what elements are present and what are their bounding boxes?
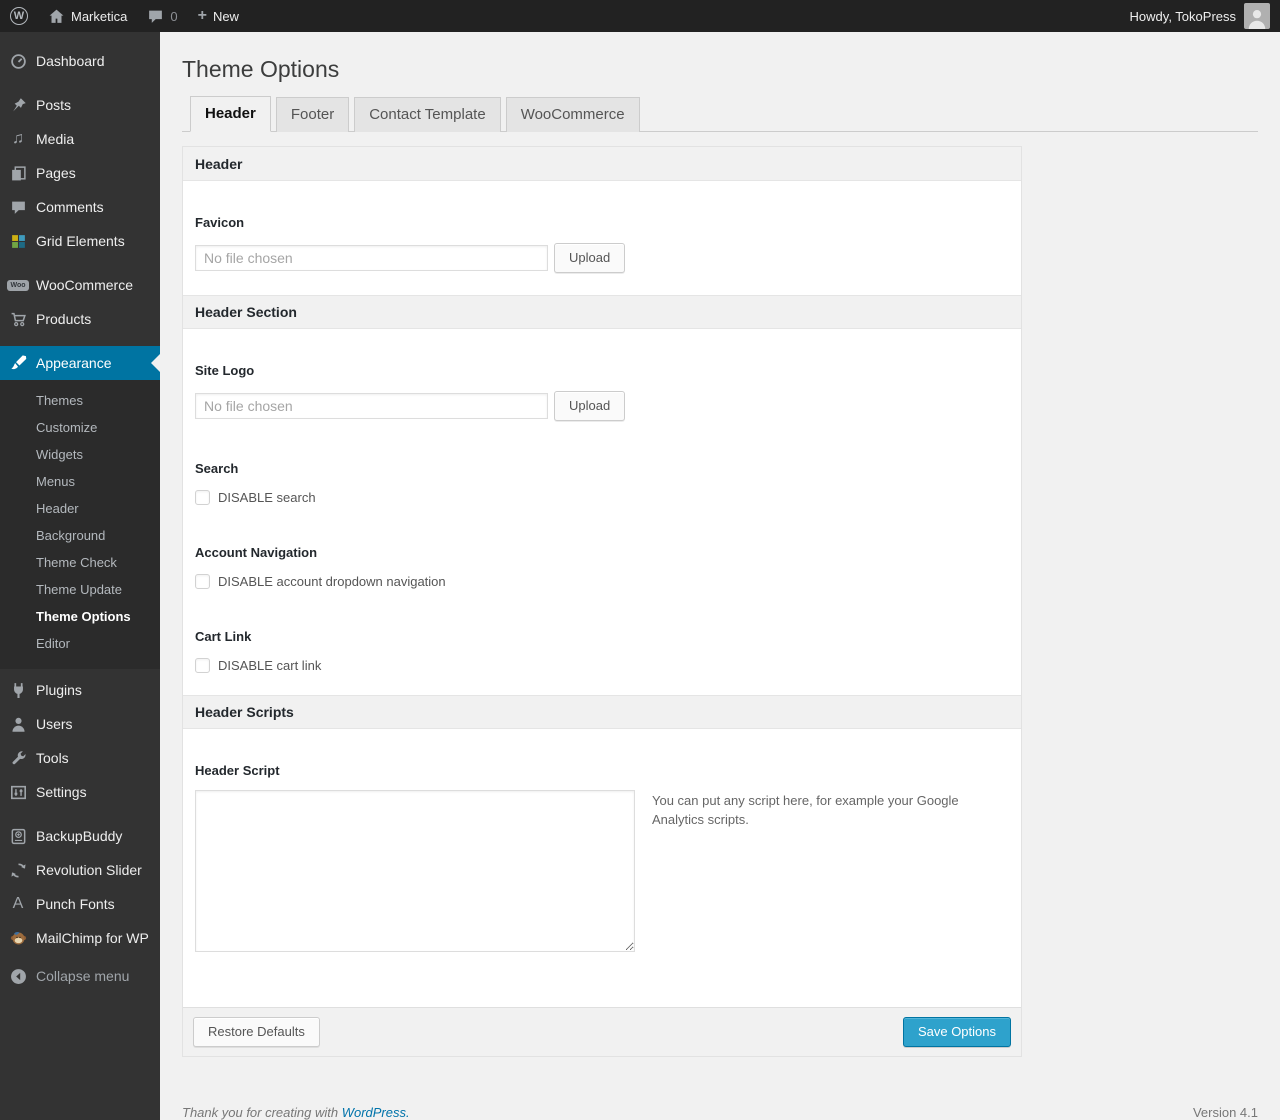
- submenu-theme-check[interactable]: Theme Check: [0, 549, 160, 576]
- howdy-text: Howdy, TokoPress: [1129, 8, 1236, 24]
- tab-header[interactable]: Header: [190, 96, 271, 132]
- sidebar-item-punch-fonts[interactable]: A Punch Fonts: [0, 887, 160, 921]
- wrench-icon: [8, 750, 28, 767]
- wordpress-logo-icon: W: [10, 7, 28, 25]
- section-header: Header: [183, 147, 1021, 181]
- panel-footer: Restore Defaults Save Options: [183, 1007, 1021, 1056]
- refresh-arrows-icon: [8, 862, 28, 879]
- tab-contact-template[interactable]: Contact Template: [354, 97, 501, 132]
- submenu-header[interactable]: Header: [0, 495, 160, 522]
- sidebar-item-grid-elements[interactable]: Grid Elements: [0, 224, 160, 258]
- collapse-menu-button[interactable]: Collapse menu: [0, 959, 160, 993]
- sidebar-item-dashboard[interactable]: Dashboard: [0, 44, 160, 78]
- sidebar-item-woocommerce[interactable]: Woo WooCommerce: [0, 268, 160, 302]
- appearance-submenu: Themes Customize Widgets Menus Header Ba…: [0, 380, 160, 669]
- wordpress-menu[interactable]: W: [0, 0, 38, 32]
- woocommerce-badge-icon: Woo: [7, 279, 29, 291]
- avatar: [1244, 3, 1270, 29]
- site-logo-label: Site Logo: [195, 363, 255, 378]
- submenu-customize[interactable]: Customize: [0, 414, 160, 441]
- disable-cart-link-checkbox[interactable]: [195, 658, 210, 673]
- section-header-scripts: Header Scripts: [183, 695, 1021, 729]
- admin-sidebar: Dashboard Posts ♫ Media Pages Comments G…: [0, 32, 160, 1120]
- plug-icon: [8, 682, 28, 699]
- sidebar-item-plugins[interactable]: Plugins: [0, 673, 160, 707]
- header-script-label: Header Script: [195, 763, 280, 778]
- disable-search-checkbox[interactable]: [195, 490, 210, 505]
- sidebar-item-comments[interactable]: Comments: [0, 190, 160, 224]
- sidebar-item-settings[interactable]: Settings: [0, 775, 160, 809]
- submenu-menus[interactable]: Menus: [0, 468, 160, 495]
- disable-cart-link-label: DISABLE cart link: [218, 658, 322, 673]
- site-logo-upload-button[interactable]: Upload: [554, 391, 626, 421]
- favicon-file-input[interactable]: [195, 245, 548, 271]
- footer-thanks: Thank you for creating with WordPress.: [182, 1105, 410, 1120]
- submenu-widgets[interactable]: Widgets: [0, 441, 160, 468]
- comment-bubble-icon: [147, 8, 164, 25]
- home-icon: [48, 8, 65, 25]
- disable-account-nav-checkbox[interactable]: [195, 574, 210, 589]
- dashboard-gauge-icon: [8, 53, 28, 70]
- sidebar-item-users[interactable]: Users: [0, 707, 160, 741]
- current-menu-arrow: [151, 354, 160, 372]
- pages-icon: [8, 165, 28, 182]
- sliders-icon: [8, 784, 28, 801]
- page-title: Theme Options: [182, 56, 340, 82]
- sidebar-item-revolution-slider[interactable]: Revolution Slider: [0, 853, 160, 887]
- restore-defaults-button[interactable]: Restore Defaults: [193, 1017, 320, 1047]
- disable-search-label: DISABLE search: [218, 490, 316, 505]
- new-content-link[interactable]: + New: [188, 0, 249, 32]
- comments-bubble-link[interactable]: 0: [137, 0, 187, 32]
- user-icon: [8, 716, 28, 733]
- submenu-themes[interactable]: Themes: [0, 387, 160, 414]
- paintbrush-icon: [8, 354, 28, 372]
- page-footer: Thank you for creating with WordPress. V…: [182, 1105, 1258, 1120]
- mailchimp-monkey-icon: [8, 930, 28, 947]
- account-menu[interactable]: Howdy, TokoPress: [1130, 3, 1280, 29]
- site-name-link[interactable]: Marketica: [38, 0, 137, 32]
- favicon-upload-button[interactable]: Upload: [554, 243, 626, 273]
- header-script-help: You can put any script here, for example…: [652, 793, 959, 827]
- site-name: Marketica: [71, 8, 128, 24]
- cart-link-label: Cart Link: [195, 629, 252, 644]
- comment-count: 0: [170, 8, 178, 24]
- sidebar-item-products[interactable]: Products: [0, 302, 160, 336]
- letter-a-icon: A: [12, 895, 24, 912]
- account-navigation-label: Account Navigation: [195, 545, 318, 560]
- plus-icon: +: [197, 7, 207, 24]
- search-label: Search: [195, 461, 239, 476]
- grid-elements-icon: [8, 233, 28, 250]
- sidebar-item-pages[interactable]: Pages: [0, 156, 160, 190]
- comment-bubble-icon: [8, 199, 28, 216]
- new-label: New: [212, 8, 239, 24]
- pushpin-icon: [8, 97, 28, 114]
- sidebar-item-tools[interactable]: Tools: [0, 741, 160, 775]
- submenu-background[interactable]: Background: [0, 522, 160, 549]
- submenu-theme-options[interactable]: Theme Options: [0, 603, 160, 630]
- sidebar-item-posts[interactable]: Posts: [0, 88, 160, 122]
- submenu-theme-update[interactable]: Theme Update: [0, 576, 160, 603]
- favicon-label: Favicon: [195, 215, 245, 230]
- site-logo-file-input[interactable]: [195, 393, 548, 419]
- header-script-textarea[interactable]: [195, 790, 635, 952]
- version-text: Version 4.1: [1192, 1105, 1258, 1120]
- theme-options-panel: Header Favicon Upload Header Section Sit…: [182, 146, 1022, 1057]
- theme-options-tabs: Header Footer Contact Template WooCommer…: [182, 96, 1258, 132]
- wordpress-link[interactable]: WordPress.: [342, 1105, 410, 1120]
- media-note-icon: ♫: [12, 130, 24, 147]
- cart-icon: [8, 311, 28, 328]
- disable-account-nav-label: DISABLE account dropdown navigation: [218, 574, 446, 589]
- tab-woocommerce[interactable]: WooCommerce: [505, 97, 640, 132]
- save-options-button[interactable]: Save Options: [902, 1017, 1011, 1047]
- tab-footer[interactable]: Footer: [275, 97, 350, 132]
- backup-drive-icon: [8, 828, 28, 845]
- sidebar-item-appearance[interactable]: Appearance: [0, 346, 160, 380]
- submenu-editor[interactable]: Editor: [0, 630, 160, 657]
- sidebar-item-media[interactable]: ♫ Media: [0, 122, 160, 156]
- sidebar-item-backupbuddy[interactable]: BackupBuddy: [0, 819, 160, 853]
- collapse-arrow-icon: [8, 968, 28, 985]
- section-header-section: Header Section: [183, 295, 1021, 329]
- sidebar-item-mailchimp[interactable]: MailChimp for WP: [0, 921, 160, 955]
- admin-bar: W Marketica 0 + New Howdy, TokoPress: [0, 0, 1280, 32]
